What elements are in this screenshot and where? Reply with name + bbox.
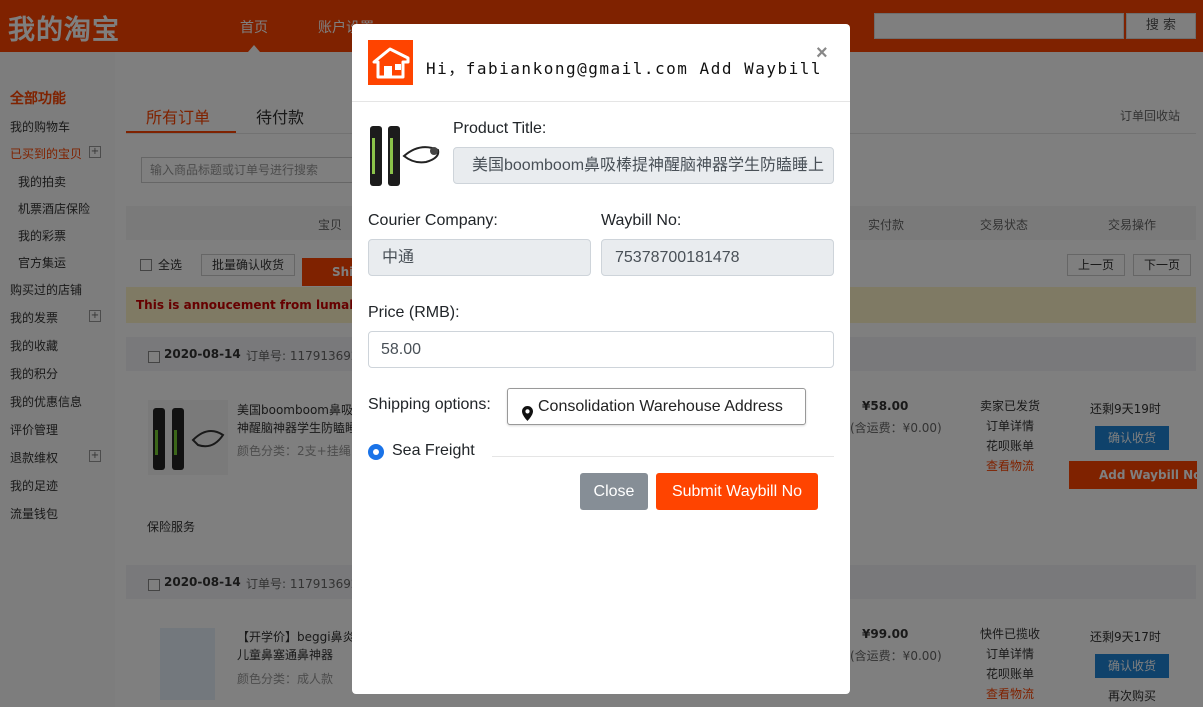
map-pin-icon	[522, 399, 533, 434]
product-title-field: 美国boomboom鼻吸棒提神醒脑神器学生防瞌睡上	[453, 147, 834, 184]
divider	[492, 456, 834, 457]
courier-company-label: Courier Company:	[368, 212, 498, 229]
courier-company-field: 中通	[368, 239, 591, 276]
close-icon[interactable]: ×	[816, 42, 828, 65]
shipping-option-label: Consolidation Warehouse Address	[538, 398, 783, 415]
add-waybill-modal: Hi，fabiankong@gmail.com Add Waybill No ×…	[352, 24, 850, 694]
modal-title: Hi，fabiankong@gmail.com Add Waybill No	[426, 59, 834, 78]
price-input[interactable]: 58.00	[368, 331, 834, 368]
price-label: Price (RMB):	[368, 304, 460, 321]
product-title-label: Product Title:	[453, 120, 547, 137]
sea-freight-radio[interactable]	[368, 444, 384, 460]
sea-freight-label[interactable]: Sea Freight	[392, 442, 475, 460]
waybill-no-label: Waybill No:	[601, 212, 682, 229]
shipping-options-label: Shipping options:	[368, 396, 491, 413]
modal-header: Hi，fabiankong@gmail.com Add Waybill No ×	[352, 24, 850, 102]
product-image	[368, 124, 444, 190]
shipping-option-button[interactable]: Consolidation Warehouse Address	[507, 388, 806, 425]
house-logo-icon	[368, 40, 413, 85]
submit-waybill-button[interactable]: Submit Waybill No	[656, 473, 818, 510]
waybill-no-field: 75378700181478	[601, 239, 834, 276]
close-button[interactable]: Close	[580, 473, 648, 510]
